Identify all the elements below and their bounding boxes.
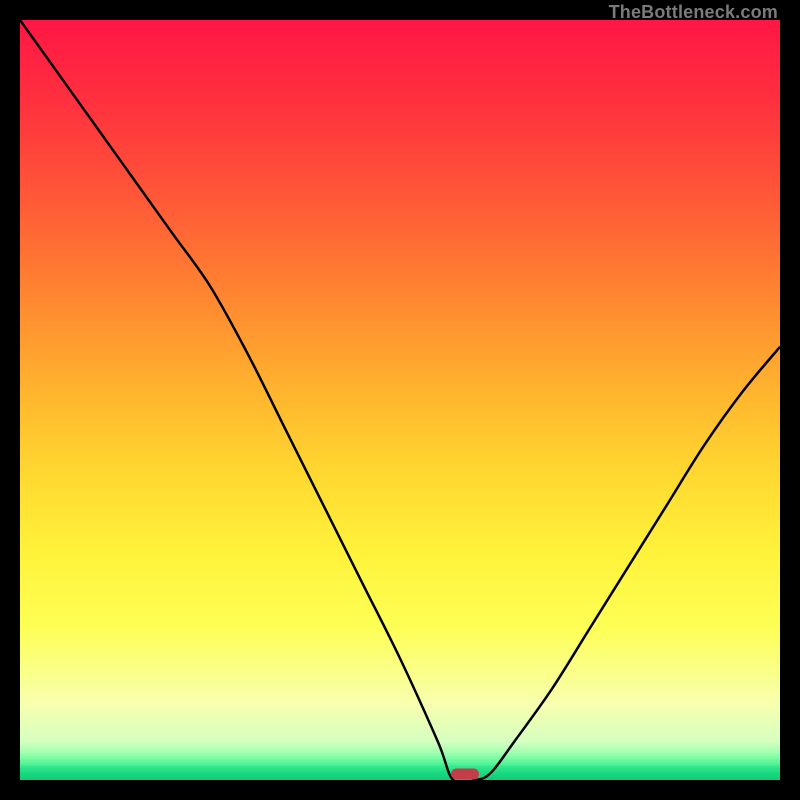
optimal-marker [451, 768, 479, 779]
plot-area [20, 20, 780, 780]
curve-layer [20, 20, 780, 780]
bottleneck-curve [20, 20, 780, 780]
watermark-text: TheBottleneck.com [609, 2, 778, 23]
chart-frame: TheBottleneck.com [0, 0, 800, 800]
